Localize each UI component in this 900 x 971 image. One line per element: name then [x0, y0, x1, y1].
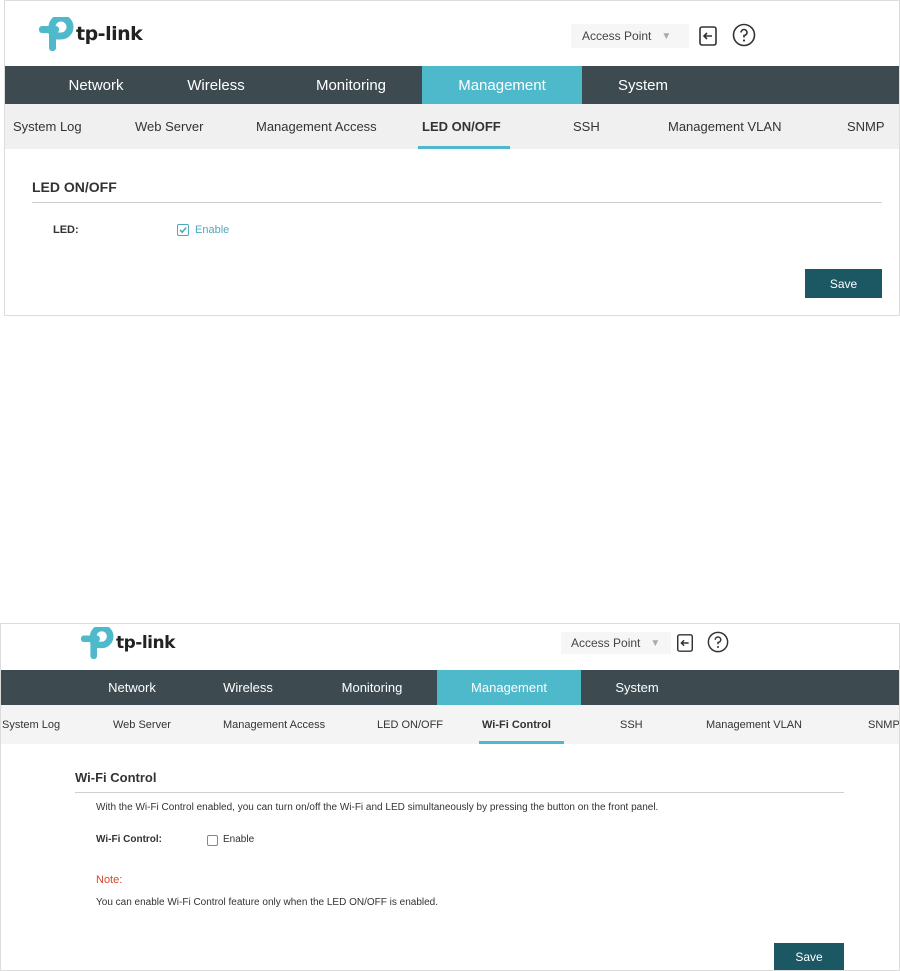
tab-wifi-control[interactable]: Wi-Fi Control — [482, 705, 551, 744]
header: tp-link Access Point ▼ — [5, 1, 899, 66]
mode-dropdown[interactable]: Access Point ▼ — [561, 632, 671, 654]
nav-system[interactable]: System — [582, 66, 704, 104]
tab-snmp[interactable]: SNMP — [847, 104, 885, 149]
header: tp-link Access Point ▼ — [1, 624, 899, 672]
logout-icon[interactable] — [675, 633, 695, 653]
tp-link-logo-icon — [39, 17, 74, 51]
tab-system-log[interactable]: System Log — [13, 104, 82, 149]
screen-wifi-control: tp-link Access Point ▼ Network Wireless … — [0, 623, 900, 971]
sub-nav: System Log Web Server Management Access … — [5, 104, 899, 149]
note-label: Note: — [96, 874, 123, 886]
tab-management-vlan[interactable]: Management VLAN — [706, 705, 802, 744]
sub-nav: System Log Web Server Management Access … — [1, 705, 899, 744]
nav-wireless[interactable]: Wireless — [189, 670, 307, 705]
wifi-control-enable-checkbox[interactable] — [207, 835, 218, 846]
tab-snmp[interactable]: SNMP — [868, 705, 899, 744]
tab-management-vlan[interactable]: Management VLAN — [668, 104, 781, 149]
brand-logo[interactable]: tp-link — [80, 627, 175, 659]
nav-network[interactable]: Network — [40, 66, 152, 104]
section-divider — [32, 202, 882, 203]
mode-dropdown[interactable]: Access Point ▼ — [571, 24, 689, 48]
active-tab-indicator — [418, 146, 510, 149]
mode-value: Access Point — [582, 29, 652, 43]
nav-system[interactable]: System — [581, 670, 693, 705]
note-text: You can enable Wi-Fi Control feature onl… — [96, 897, 439, 908]
main-nav: Network Wireless Monitoring Management S… — [5, 66, 899, 104]
tab-management-access[interactable]: Management Access — [256, 104, 377, 149]
section-divider — [75, 792, 844, 793]
mode-value: Access Point — [571, 636, 641, 650]
tab-web-server[interactable]: Web Server — [135, 104, 203, 149]
nav-management[interactable]: Management — [437, 670, 581, 705]
logo-text: tp-link — [76, 23, 143, 45]
led-field-label: LED: — [53, 224, 79, 236]
nav-network[interactable]: Network — [75, 670, 189, 705]
active-tab-indicator — [479, 741, 564, 744]
tab-management-access[interactable]: Management Access — [223, 705, 325, 744]
nav-monitoring[interactable]: Monitoring — [280, 66, 422, 104]
led-enable-label[interactable]: Enable — [195, 224, 229, 236]
brand-logo[interactable]: tp-link — [38, 17, 143, 51]
logout-icon[interactable] — [697, 25, 719, 47]
screen-led-on-off: tp-link Access Point ▼ Network Wireless … — [4, 0, 900, 316]
logo-text: tp-link — [116, 633, 175, 653]
save-button[interactable]: Save — [774, 943, 844, 970]
nav-monitoring[interactable]: Monitoring — [307, 670, 437, 705]
chevron-down-icon: ▼ — [661, 30, 672, 42]
checkmark-icon — [179, 227, 187, 234]
nav-wireless[interactable]: Wireless — [152, 66, 280, 104]
tab-led-on-off[interactable]: LED ON/OFF — [422, 104, 501, 149]
description-text: With the Wi-Fi Control enabled, you can … — [96, 802, 659, 813]
chevron-down-icon: ▼ — [650, 637, 661, 649]
tab-ssh[interactable]: SSH — [620, 705, 643, 744]
wifi-control-enable-label[interactable]: Enable — [223, 834, 254, 845]
tab-led-on-off[interactable]: LED ON/OFF — [377, 705, 443, 744]
section-title: LED ON/OFF — [32, 179, 117, 195]
help-icon[interactable] — [707, 631, 729, 653]
nav-management[interactable]: Management — [422, 66, 582, 104]
tab-ssh[interactable]: SSH — [573, 104, 600, 149]
main-nav: Network Wireless Monitoring Management S… — [1, 670, 899, 705]
tab-web-server[interactable]: Web Server — [113, 705, 171, 744]
save-button[interactable]: Save — [805, 269, 882, 298]
help-icon[interactable] — [732, 23, 756, 47]
section-title: Wi-Fi Control — [75, 770, 157, 785]
led-enable-checkbox[interactable] — [177, 224, 189, 236]
tp-link-logo-icon — [81, 627, 114, 659]
wifi-control-field-label: Wi-Fi Control: — [96, 834, 163, 845]
tab-system-log[interactable]: System Log — [2, 705, 60, 744]
